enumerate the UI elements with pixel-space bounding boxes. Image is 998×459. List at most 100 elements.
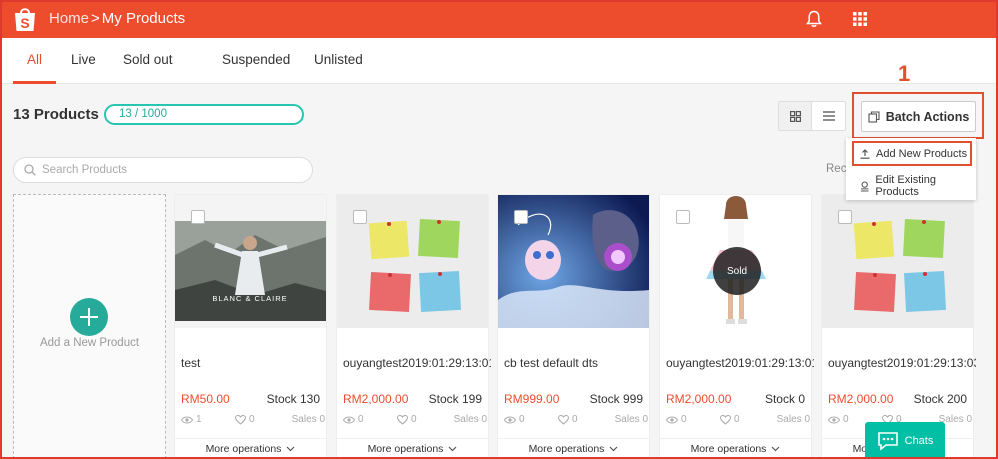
shopee-logo-icon[interactable]: S: [12, 5, 38, 33]
product-stock: Stock 999: [590, 392, 643, 406]
product-stock: Stock 130: [267, 392, 320, 406]
product-card[interactable]: ouyangtest2019:01:29:13:01 RM2,000.00 St…: [336, 194, 491, 459]
tab-all[interactable]: All: [27, 52, 42, 67]
sales-count: 0: [966, 414, 972, 425]
batch-actions-button[interactable]: Batch Actions: [861, 101, 976, 132]
svg-text:S: S: [20, 15, 29, 31]
product-name: ouyangtest2019:01:29:13:01: [343, 356, 491, 370]
views-count: 0: [358, 414, 364, 425]
eye-icon: [343, 416, 355, 423]
product-name: ouyangtest2019:01:29:13:03: [828, 356, 976, 370]
heart-icon: [397, 414, 408, 425]
menu-item-edit-existing-products[interactable]: Edit Existing Products: [860, 174, 976, 198]
eye-icon: [504, 416, 516, 423]
product-price: RM2,000.00: [828, 392, 894, 406]
edit-products-icon: [860, 180, 869, 192]
sales-count: 0: [481, 414, 487, 425]
more-operations-label: More operations: [367, 442, 444, 455]
product-stock: Stock 199: [429, 392, 482, 406]
heart-icon: [720, 414, 731, 425]
stock-label: Stock: [913, 392, 944, 406]
more-operations-button[interactable]: More operations: [337, 438, 488, 458]
grid-view-icon: [789, 110, 801, 122]
breadcrumb-separator: >: [91, 10, 100, 27]
chat-button[interactable]: Chats: [865, 422, 945, 459]
product-price: RM2,000.00: [343, 392, 409, 406]
product-card[interactable]: BLANC & CLAIRE test RM50.00 Stock 130 1 …: [174, 194, 327, 459]
views-count: 1: [196, 414, 202, 425]
breadcrumb: Home > My Products: [49, 10, 185, 27]
more-operations-button[interactable]: More operations: [498, 438, 649, 458]
grid-view-button[interactable]: [779, 102, 813, 130]
page-title: My Products: [101, 10, 186, 27]
stock-value: 200: [946, 392, 967, 406]
stock-value: 130: [299, 392, 320, 406]
chevron-down-icon: [610, 446, 618, 451]
product-card[interactable]: ouyangtest2019:01:29:13:03 RM2,000.00 St…: [821, 194, 976, 459]
sort-label[interactable]: Rec: [826, 163, 846, 175]
eye-icon: [666, 416, 678, 423]
product-checkbox[interactable]: [514, 210, 528, 224]
product-price: RM2,000.00: [666, 392, 732, 406]
sales-label: Sales: [776, 414, 802, 425]
batch-actions-label: Batch Actions: [885, 109, 970, 124]
stock-label: Stock: [589, 392, 620, 406]
search-icon: [24, 164, 36, 176]
product-price: RM999.00: [504, 392, 560, 406]
tab-live[interactable]: Live: [71, 52, 96, 67]
product-price: RM50.00: [181, 392, 230, 406]
stock-value: 0: [798, 392, 805, 406]
product-checkbox[interactable]: [676, 210, 690, 224]
product-name: ouyangtest2019:01:29:13:01: [666, 356, 814, 370]
stock-value: 999: [622, 392, 643, 406]
bell-icon[interactable]: [806, 10, 822, 28]
views-count: 0: [681, 414, 687, 425]
list-view-button[interactable]: [812, 102, 845, 130]
sales-label: Sales: [614, 414, 640, 425]
more-operations-label: More operations: [690, 442, 767, 455]
likes-count: 0: [411, 414, 417, 425]
stock-label: Stock: [428, 392, 459, 406]
product-card[interactable]: cb test default dts RM999.00 Stock 999 0…: [497, 194, 650, 459]
chat-label: Chats: [904, 434, 934, 447]
status-tabs: All Live Sold out Suspended Unlisted: [0, 38, 998, 84]
tab-suspended[interactable]: Suspended: [222, 52, 290, 67]
annotation-step-number: 1: [898, 61, 911, 86]
views-count: 0: [843, 414, 849, 425]
apps-grid-icon[interactable]: [853, 12, 867, 26]
add-new-product-card[interactable]: Add a New Product: [13, 194, 166, 459]
views-count: 0: [519, 414, 525, 425]
product-name: test: [181, 356, 201, 370]
sales-count: 0: [319, 414, 325, 425]
tab-unlisted[interactable]: Unlisted: [314, 52, 363, 67]
sales-label: Sales: [453, 414, 479, 425]
more-operations-button[interactable]: More operations: [660, 438, 811, 458]
product-count: 13 Products: [13, 106, 99, 123]
chat-bubble-icon: [877, 431, 898, 451]
product-checkbox[interactable]: [838, 210, 852, 224]
more-operations-button[interactable]: More operations: [175, 438, 326, 458]
search-input[interactable]: [42, 164, 292, 176]
copy-icon: [868, 110, 880, 123]
product-stats: 0 0 Sales 0: [666, 414, 810, 428]
eye-icon: [828, 416, 840, 423]
tab-sold-out[interactable]: Sold out: [123, 52, 173, 67]
likes-count: 0: [249, 414, 255, 425]
add-new-product-label: Add a New Product: [39, 337, 140, 349]
sales-label: Sales: [291, 414, 317, 425]
product-checkbox[interactable]: [353, 210, 367, 224]
search-box: [13, 157, 313, 183]
add-plus-icon[interactable]: [70, 298, 108, 336]
product-quota-badge: 13 / 1000: [104, 104, 304, 125]
top-header: S Home > My Products: [0, 0, 998, 38]
stock-value: 199: [461, 392, 482, 406]
breadcrumb-home[interactable]: Home: [49, 10, 89, 27]
product-checkbox[interactable]: [191, 210, 205, 224]
chevron-down-icon: [449, 446, 457, 451]
add-new-products-highlight: [852, 141, 972, 166]
product-card[interactable]: Sold ouyangtest2019:01:29:13:01 RM2,000.…: [659, 194, 814, 459]
more-operations-label: More operations: [528, 442, 605, 455]
view-toggle: [778, 101, 846, 131]
product-stats: 0 0 Sales 0: [343, 414, 487, 428]
active-tab-indicator: [13, 81, 56, 84]
